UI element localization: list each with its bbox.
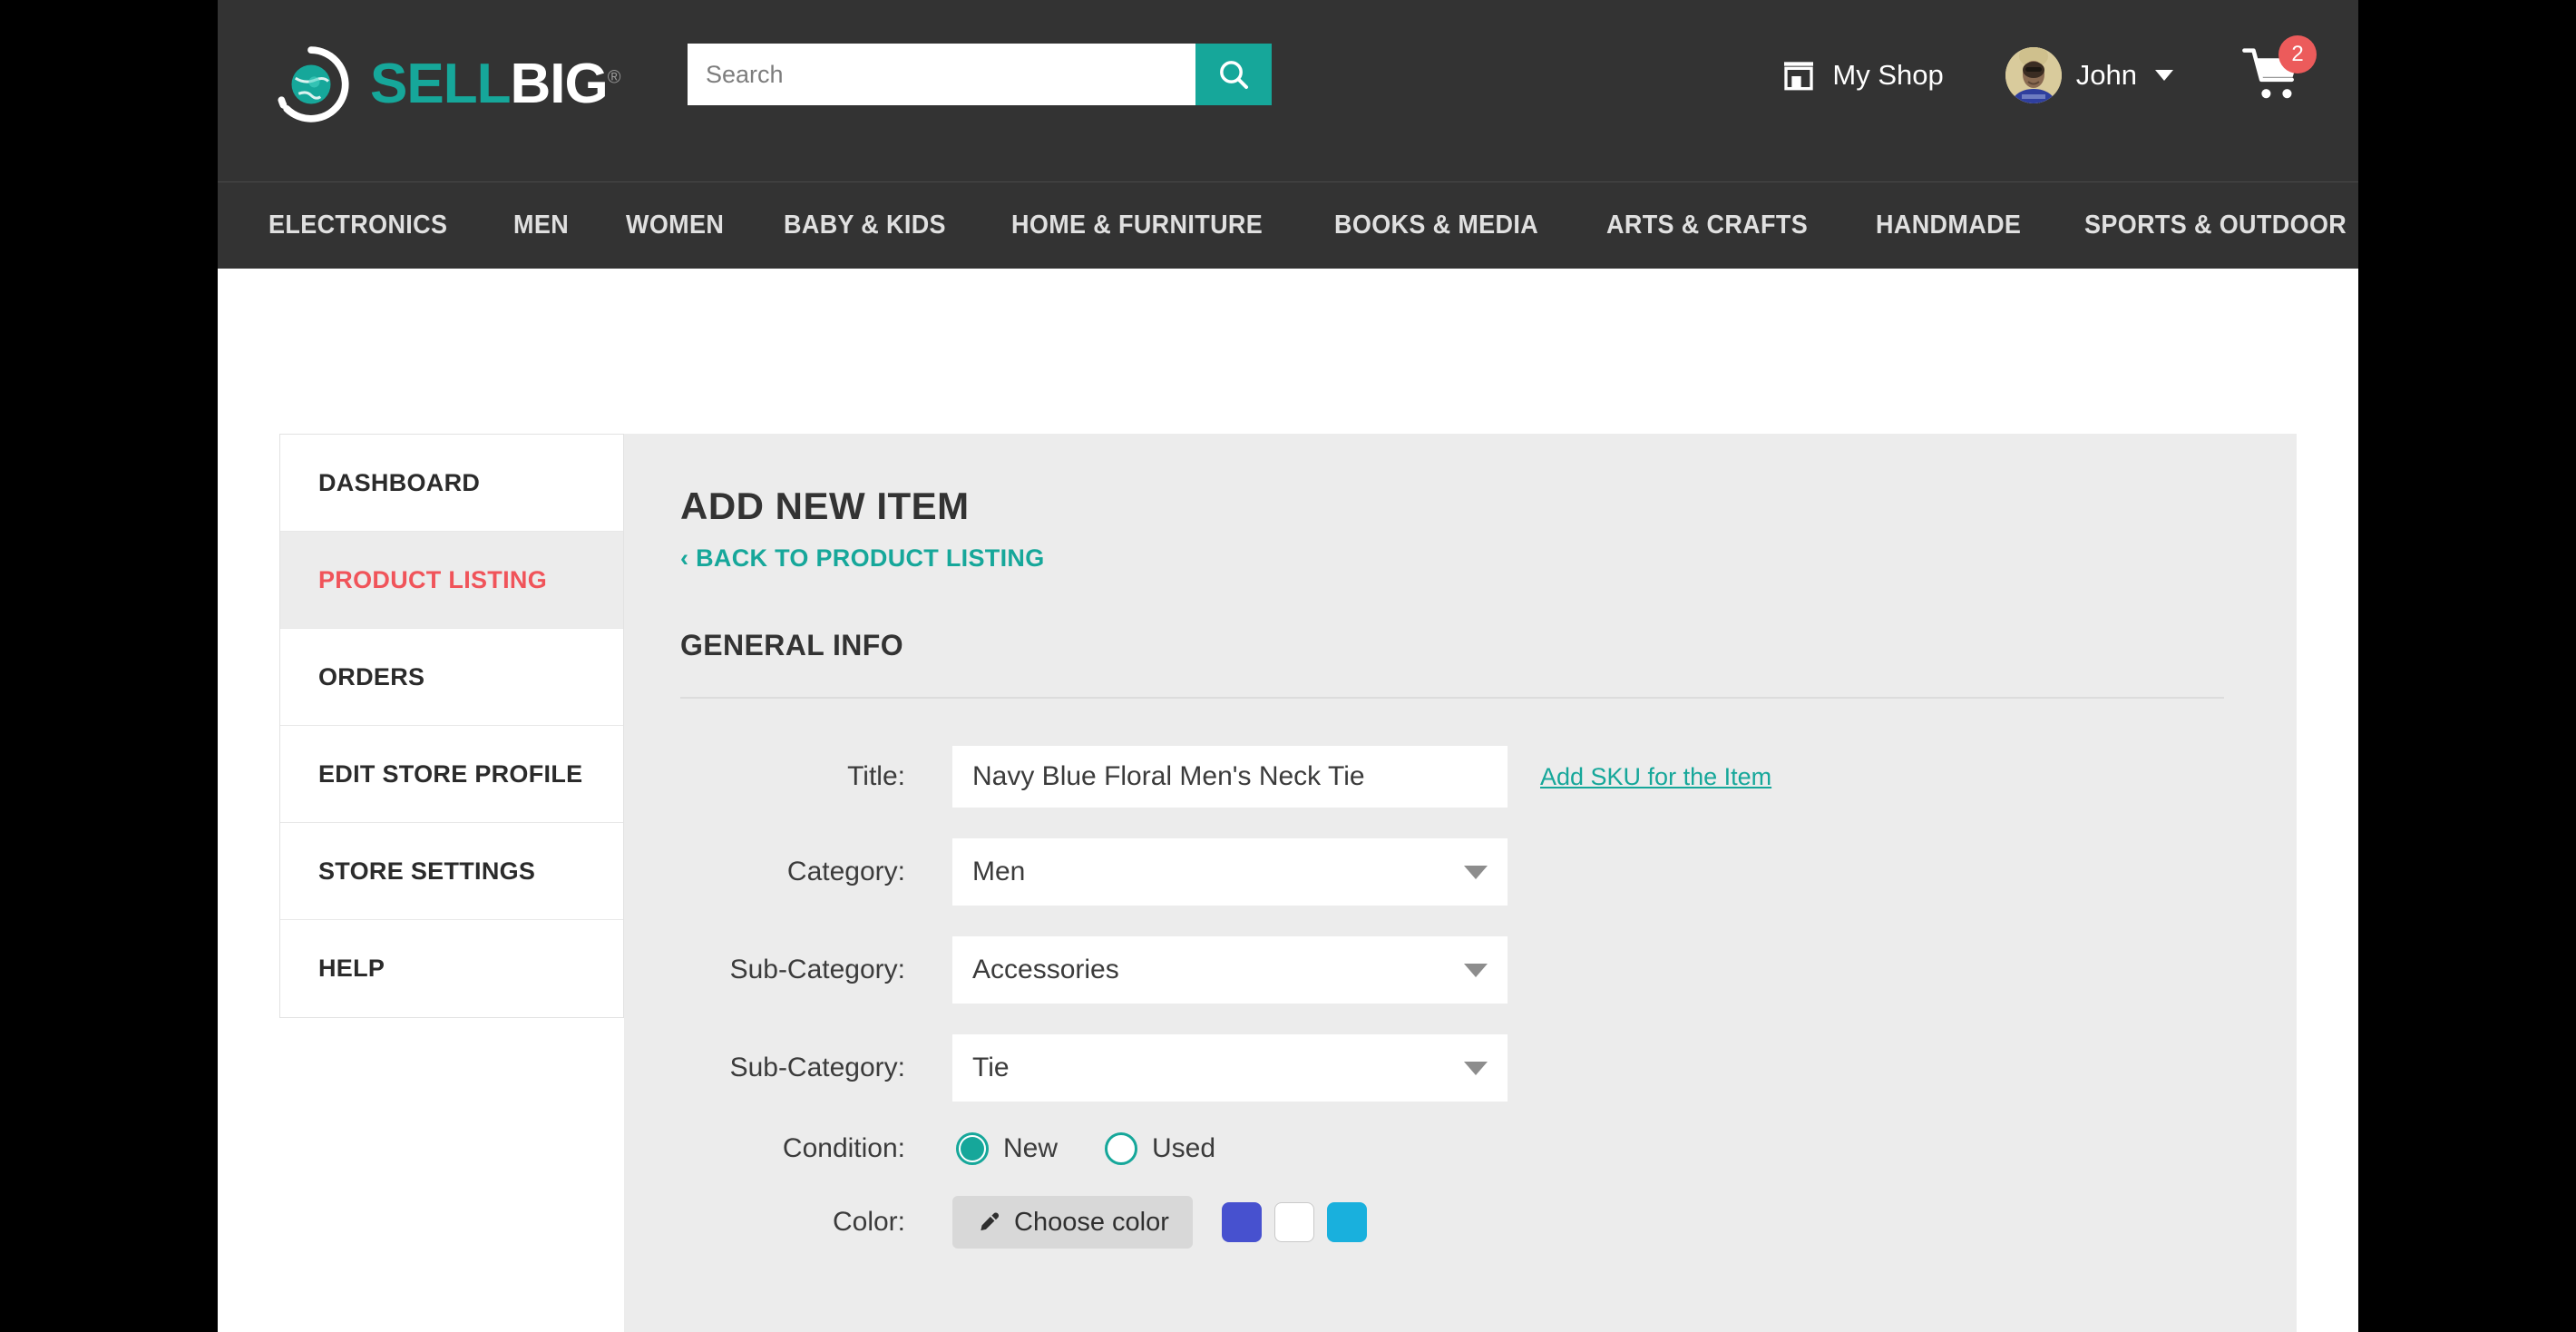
add-new-item-panel: ADD NEW ITEM ‹ BACK TO PRODUCT LISTING G…	[624, 434, 2297, 1332]
sidebar-item-edit-store-profile[interactable]: EDIT STORE PROFILE	[280, 726, 623, 823]
color-label: Color:	[832, 1207, 905, 1237]
sidebar-item-orders[interactable]: ORDERS	[280, 629, 623, 726]
cart-count-badge: 2	[2278, 35, 2317, 73]
sub-category-2-select-value: Tie	[972, 1053, 1010, 1082]
search-bar	[688, 44, 1272, 105]
category-label: Category:	[786, 857, 905, 886]
nav-item-sports-and-outdoor[interactable]: SPORTS & OUTDOOR	[2084, 211, 2347, 240]
condition-option-new-label: New	[1003, 1133, 1059, 1163]
logo-text-big: BIG	[510, 53, 608, 115]
nav-item-handmade[interactable]: HANDMADE	[1876, 211, 2021, 240]
back-to-product-listing-link[interactable]: ‹ BACK TO PRODUCT LISTING	[680, 544, 1045, 573]
store-icon	[1784, 62, 1814, 91]
eyedropper-icon	[981, 1212, 1000, 1231]
sidebar-item-dashboard[interactable]: DASHBOARD	[280, 435, 623, 532]
sub-category-1-select[interactable]: Accessories	[952, 936, 1508, 1004]
nav-item-women[interactable]: WOMEN	[626, 211, 724, 240]
nav-item-arts-and-crafts[interactable]: ARTS & CRAFTS	[1606, 211, 1808, 240]
choose-color-button-label: Choose color	[1014, 1207, 1169, 1237]
logo-wordmark: SELLBIG®	[370, 56, 620, 113]
user-name-label: John	[2075, 59, 2137, 91]
condition-option-used[interactable]: Used	[1105, 1132, 1215, 1165]
form-row-sub-category-1: Sub-Category: Accessories	[680, 936, 2233, 1004]
form-row-title: Title: Add SKU for the Item	[680, 746, 2233, 808]
color-swatch-cyan[interactable]	[1326, 1202, 1367, 1242]
condition-option-new[interactable]: New	[956, 1132, 1058, 1165]
chevron-down-icon	[1464, 865, 1488, 879]
search-input[interactable]	[688, 44, 1195, 105]
color-swatch-white[interactable]	[1273, 1202, 1314, 1242]
color-swatch-indigo[interactable]	[1221, 1202, 1262, 1242]
page-body: DASHBOARD PRODUCT LISTING ORDERS EDIT ST…	[218, 269, 2358, 1332]
nav-item-baby-and-kids[interactable]: BABY & KIDS	[784, 211, 946, 240]
user-menu[interactable]: John	[2005, 47, 2173, 103]
sub-category-1-select-value: Accessories	[972, 955, 1119, 984]
category-select-value: Men	[972, 857, 1026, 886]
search-button[interactable]	[1195, 44, 1272, 105]
condition-option-used-label: Used	[1152, 1133, 1216, 1163]
form-row-category: Category: Men	[680, 838, 2233, 906]
form-row-sub-category-2: Sub-Category: Tie	[680, 1034, 2233, 1102]
globe-logo-icon	[278, 46, 349, 122]
sidebar-item-store-settings[interactable]: STORE SETTINGS	[280, 823, 623, 920]
chevron-down-icon	[1464, 963, 1488, 977]
logo-text-sell: SELL	[370, 53, 511, 115]
choose-color-button[interactable]: Choose color	[952, 1196, 1193, 1249]
add-sku-link[interactable]: Add SKU for the Item	[1540, 763, 1771, 791]
condition-radio-group: New Used	[952, 1132, 1215, 1165]
section-divider	[680, 697, 2224, 699]
browser-viewport: SELLBIG® My Shop	[218, 0, 2358, 1332]
account-sidebar: DASHBOARD PRODUCT LISTING ORDERS EDIT ST…	[279, 434, 624, 1018]
site-logo[interactable]: SELLBIG®	[272, 45, 620, 123]
user-avatar-image	[2005, 47, 2062, 103]
title-input[interactable]	[952, 746, 1508, 808]
general-info-heading: GENERAL INFO	[680, 629, 904, 661]
title-label: Title:	[847, 761, 905, 791]
form-row-color: Color: Choose color	[680, 1196, 2233, 1249]
category-nav: ELECTRONICS MEN WOMEN BABY & KIDS HOME &…	[218, 181, 2358, 269]
color-swatch-list	[1221, 1202, 1367, 1242]
category-select[interactable]: Men	[952, 838, 1508, 906]
avatar	[2005, 47, 2062, 103]
chevron-down-icon	[2155, 70, 2173, 81]
sidebar-item-help[interactable]: HELP	[280, 920, 623, 1017]
my-shop-link[interactable]: My Shop	[1780, 57, 1944, 93]
search-icon	[1220, 61, 1248, 89]
page-title: ADD NEW ITEM	[680, 485, 970, 527]
chevron-down-icon	[1464, 1061, 1488, 1075]
radio-used-icon[interactable]	[1105, 1132, 1138, 1165]
sub-category-2-label: Sub-Category:	[729, 1053, 905, 1082]
sub-category-1-label: Sub-Category:	[729, 955, 905, 984]
nav-item-home-and-furniture[interactable]: HOME & FURNITURE	[1011, 211, 1263, 240]
nav-item-books-and-media[interactable]: BOOKS & MEDIA	[1334, 211, 1538, 240]
form-row-condition: Condition: New Used	[680, 1132, 2233, 1165]
registered-mark: ®	[607, 67, 621, 88]
condition-label: Condition:	[782, 1133, 905, 1163]
site-header: SELLBIG® My Shop	[218, 0, 2358, 181]
radio-new-icon[interactable]	[956, 1132, 989, 1165]
cart-button[interactable]: 2	[2242, 35, 2317, 104]
my-shop-label: My Shop	[1832, 59, 1944, 91]
nav-item-electronics[interactable]: ELECTRONICS	[268, 211, 447, 240]
general-info-form: Title: Add SKU for the Item Category: Me…	[680, 746, 2233, 1249]
sidebar-item-product-listing[interactable]: PRODUCT LISTING	[280, 532, 623, 629]
sub-category-2-select[interactable]: Tie	[952, 1034, 1508, 1102]
header-actions: My Shop John 2	[1780, 35, 2317, 107]
nav-item-men[interactable]: MEN	[513, 211, 569, 240]
